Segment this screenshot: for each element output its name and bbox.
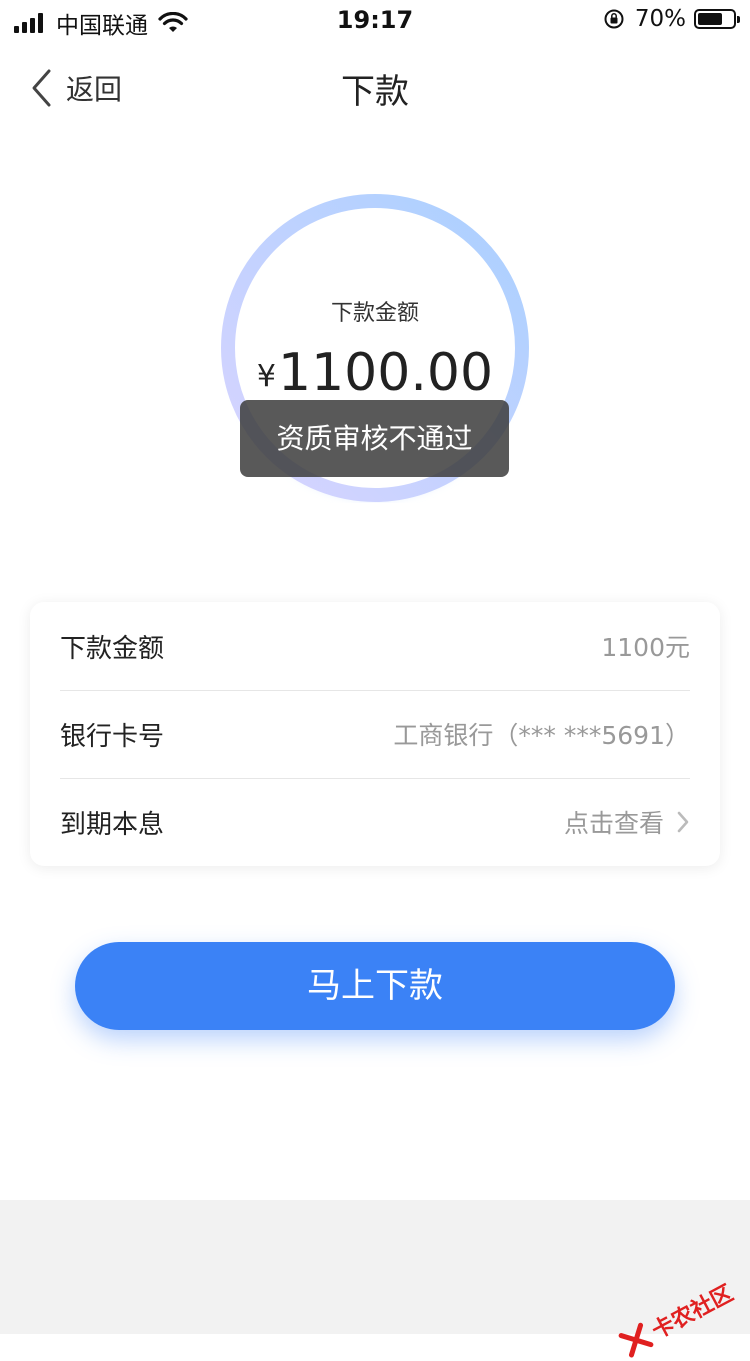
row-bank-card: 银行卡号 工商银行（*** ***5691）	[60, 690, 690, 778]
page-title: 下款	[341, 72, 409, 112]
info-card: 下款金额 1100元 银行卡号 工商银行（*** ***5691） 到期本息 点…	[30, 602, 720, 866]
row-label: 下款金额	[60, 633, 165, 664]
row-repayment[interactable]: 到期本息 点击查看	[60, 778, 690, 866]
view-details-label: 点击查看	[563, 809, 664, 838]
amount-display: ¥1100.00	[220, 343, 530, 403]
rotation-lock-icon	[604, 9, 624, 29]
row-amount: 下款金额 1100元	[60, 602, 690, 690]
view-details-link[interactable]: 点击查看	[564, 804, 690, 840]
get-loan-button[interactable]: 马上下款	[75, 942, 675, 1030]
nav-bar: 返回 下款	[0, 50, 750, 126]
row-label: 到期本息	[60, 809, 165, 840]
status-right: 70%	[603, 6, 740, 32]
chevron-right-icon	[677, 811, 689, 833]
amount-label: 下款金额	[330, 301, 419, 326]
row-label: 银行卡号	[60, 721, 165, 752]
error-toast: 资质审核不通过	[240, 400, 509, 477]
row-value: 工商银行（*** ***5691）	[393, 721, 690, 750]
currency-symbol: ¥	[256, 359, 277, 394]
battery-icon	[694, 9, 740, 29]
amount-value: 1100.00	[278, 343, 494, 403]
watermark-text: 卡农社区	[648, 1281, 738, 1345]
watermark: 卡农社区	[615, 1276, 738, 1361]
battery-percent: 70%	[634, 6, 686, 32]
battery-fill	[698, 13, 722, 25]
status-bar: 中国联通 19:17 70%	[0, 0, 750, 40]
bottom-area: 卡农社区	[0, 1200, 750, 1358]
row-value: 1100元	[601, 633, 690, 662]
